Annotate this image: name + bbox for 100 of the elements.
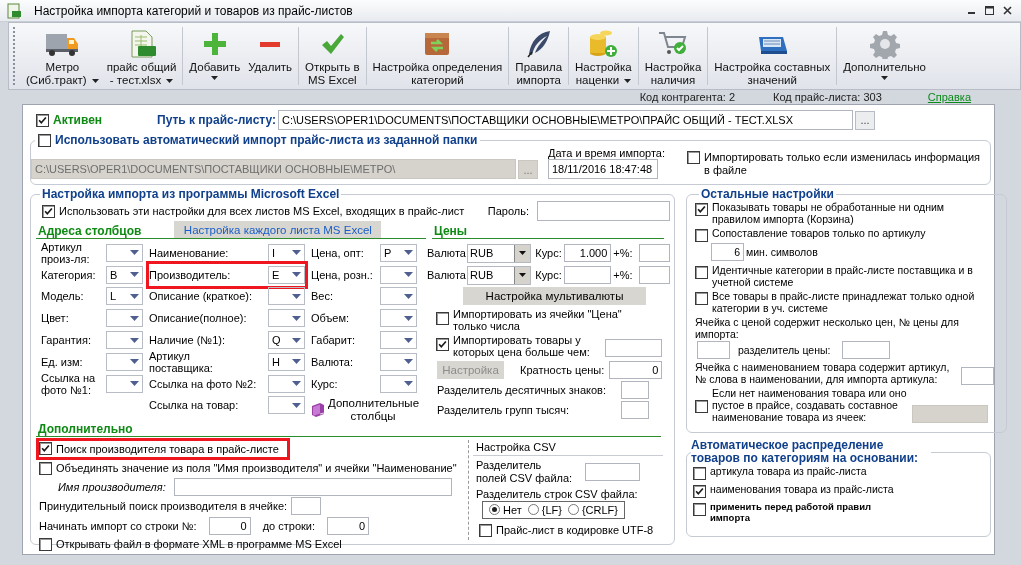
checkbox[interactable] <box>693 503 706 516</box>
toolbar-button[interactable]: Метро (Сиб.тракт) <box>22 23 103 89</box>
select-field[interactable]: Q <box>268 331 305 350</box>
select-field[interactable] <box>106 374 143 393</box>
password-field[interactable] <box>537 201 670 221</box>
checkbox[interactable] <box>695 292 708 305</box>
price-number-field[interactable] <box>697 341 730 359</box>
cells-field[interactable] <box>912 405 988 423</box>
end-row-field[interactable]: 0 <box>327 516 370 535</box>
dropdown-arrow-icon <box>404 337 413 343</box>
select-field[interactable] <box>268 309 305 328</box>
markup-field[interactable] <box>638 244 670 262</box>
start-row-field[interactable]: 0 <box>208 516 251 535</box>
separator-field[interactable] <box>585 462 640 481</box>
toolbar-button[interactable]: Правила импорта <box>511 23 567 89</box>
toolbar-button[interactable]: Открыть в MS Excel <box>301 23 364 89</box>
checkbox[interactable] <box>39 537 52 551</box>
field-label: Курс: <box>535 269 563 281</box>
checkbox[interactable] <box>693 467 706 480</box>
radio-button[interactable] <box>489 504 500 516</box>
checkbox-label: Поиск производителя товара в прайс-листе <box>56 442 279 455</box>
toolbar-button[interactable]: Настройка составных значений <box>710 23 835 89</box>
currency-select[interactable]: RUB <box>467 265 532 285</box>
select-field[interactable] <box>106 309 143 328</box>
checkbox[interactable] <box>695 203 708 216</box>
close-icon[interactable] <box>1002 5 1013 16</box>
checkbox[interactable] <box>479 523 492 537</box>
toolbar-button[interactable]: Дополнительно <box>839 23 930 89</box>
select-field[interactable]: I <box>268 243 305 262</box>
field-label: Валюта: <box>311 355 354 368</box>
select-field[interactable] <box>380 309 417 328</box>
select-field[interactable] <box>380 287 417 306</box>
checkbox-label: Прайс-лист в кодировке UTF-8 <box>496 524 654 537</box>
toolbar-button[interactable]: Настройка определения категорий <box>368 23 507 89</box>
dropdown-arrow-icon <box>292 337 301 343</box>
number-field[interactable]: 6 <box>711 243 744 261</box>
min-price-field[interactable] <box>605 339 662 357</box>
markup-field[interactable] <box>638 266 670 284</box>
cell-field[interactable] <box>291 497 322 516</box>
checkbox[interactable] <box>436 338 449 351</box>
field-label: +%: <box>613 247 634 259</box>
select-field[interactable] <box>380 331 417 350</box>
multiplicity-field[interactable]: 0 <box>609 361 663 379</box>
toolbar-button[interactable]: прайс общий - тест.xlsx <box>102 23 181 89</box>
select-field[interactable]: B <box>106 265 143 284</box>
toolbar-button[interactable]: Настройка наличия <box>640 23 706 89</box>
select-field[interactable] <box>268 374 305 393</box>
toolbar-button[interactable]: Удалить <box>244 23 297 89</box>
caret-icon <box>211 76 219 80</box>
pricelist-code: Код прайс-листа: 303 <box>773 91 882 103</box>
select-field[interactable] <box>268 287 305 306</box>
checkbox[interactable] <box>38 133 51 147</box>
select-field[interactable] <box>380 374 417 393</box>
toolbar-button[interactable]: Добавить <box>185 23 245 89</box>
checkbox-label: наименования товара из прайс-листа <box>710 483 895 495</box>
field-label: разделитель цены: <box>738 344 831 356</box>
field-label: Валюта: <box>427 247 467 259</box>
manufacturer-field[interactable] <box>174 477 452 496</box>
select-field[interactable]: P <box>380 243 417 262</box>
select-field[interactable]: E <box>268 265 305 284</box>
separator-field[interactable] <box>621 401 649 419</box>
checkbox[interactable] <box>695 399 708 413</box>
path-field[interactable]: C:\USERS\OPER1\DOCUMENTS\ПОСТАВЩИКИ ОСНОВНЫЕ\МЕТРО\ПРАЙС ОБЩИЙ - ТЕСТ.XLSX <box>278 110 853 130</box>
checkbox[interactable] <box>693 485 706 498</box>
folder-field[interactable]: C:\USERS\OPER1\DOCUMENTS\ПОСТАВЩИКИ ОСНОВНЫЕ\МЕТРО\ <box>31 159 516 179</box>
select-field[interactable] <box>380 265 417 284</box>
browse-button[interactable]: ... <box>855 110 875 130</box>
checkbox[interactable] <box>36 113 49 127</box>
select-field[interactable]: L <box>106 287 143 306</box>
separator-field[interactable] <box>621 381 649 399</box>
select-field[interactable]: H <box>268 352 305 371</box>
checkbox[interactable] <box>39 461 52 475</box>
price-separator-field[interactable] <box>842 341 891 359</box>
select-field[interactable] <box>106 243 143 262</box>
radio-button[interactable] <box>567 504 579 516</box>
select-field[interactable] <box>106 331 143 350</box>
select-field[interactable] <box>268 396 305 415</box>
sheet-settings-button[interactable]: Настройка каждого листа MS Excel <box>174 221 382 238</box>
restore-icon[interactable] <box>984 5 995 16</box>
checkbox[interactable] <box>695 229 708 242</box>
field-label: Цена, опт: <box>311 246 365 259</box>
radio-button[interactable] <box>527 504 539 516</box>
extra-columns-button[interactable]: Дополнительные столбцы <box>310 396 420 423</box>
rate-field[interactable]: 1.000 <box>564 244 612 262</box>
select-field[interactable] <box>106 352 143 371</box>
date-field[interactable]: 18/11/2016 18:47:48 <box>548 159 658 179</box>
dropdown-arrow-icon <box>292 250 301 256</box>
toolbar-button[interactable]: Настройка наценки <box>571 23 636 89</box>
checkbox-label: Импортировать товары у которых цена больше чем: <box>453 334 591 358</box>
multicurrency-button[interactable]: Настройка мультивалюты <box>463 287 646 305</box>
currency-select[interactable]: RUB <box>467 243 532 263</box>
checkbox[interactable] <box>695 266 708 279</box>
checkbox[interactable] <box>39 442 52 456</box>
rate-field[interactable] <box>564 266 612 284</box>
checkbox[interactable] <box>687 151 700 164</box>
book-icon <box>310 401 326 418</box>
word-number-field[interactable] <box>961 367 994 385</box>
checkbox[interactable] <box>42 204 55 218</box>
checkbox[interactable] <box>436 312 449 325</box>
select-field[interactable] <box>380 352 417 371</box>
